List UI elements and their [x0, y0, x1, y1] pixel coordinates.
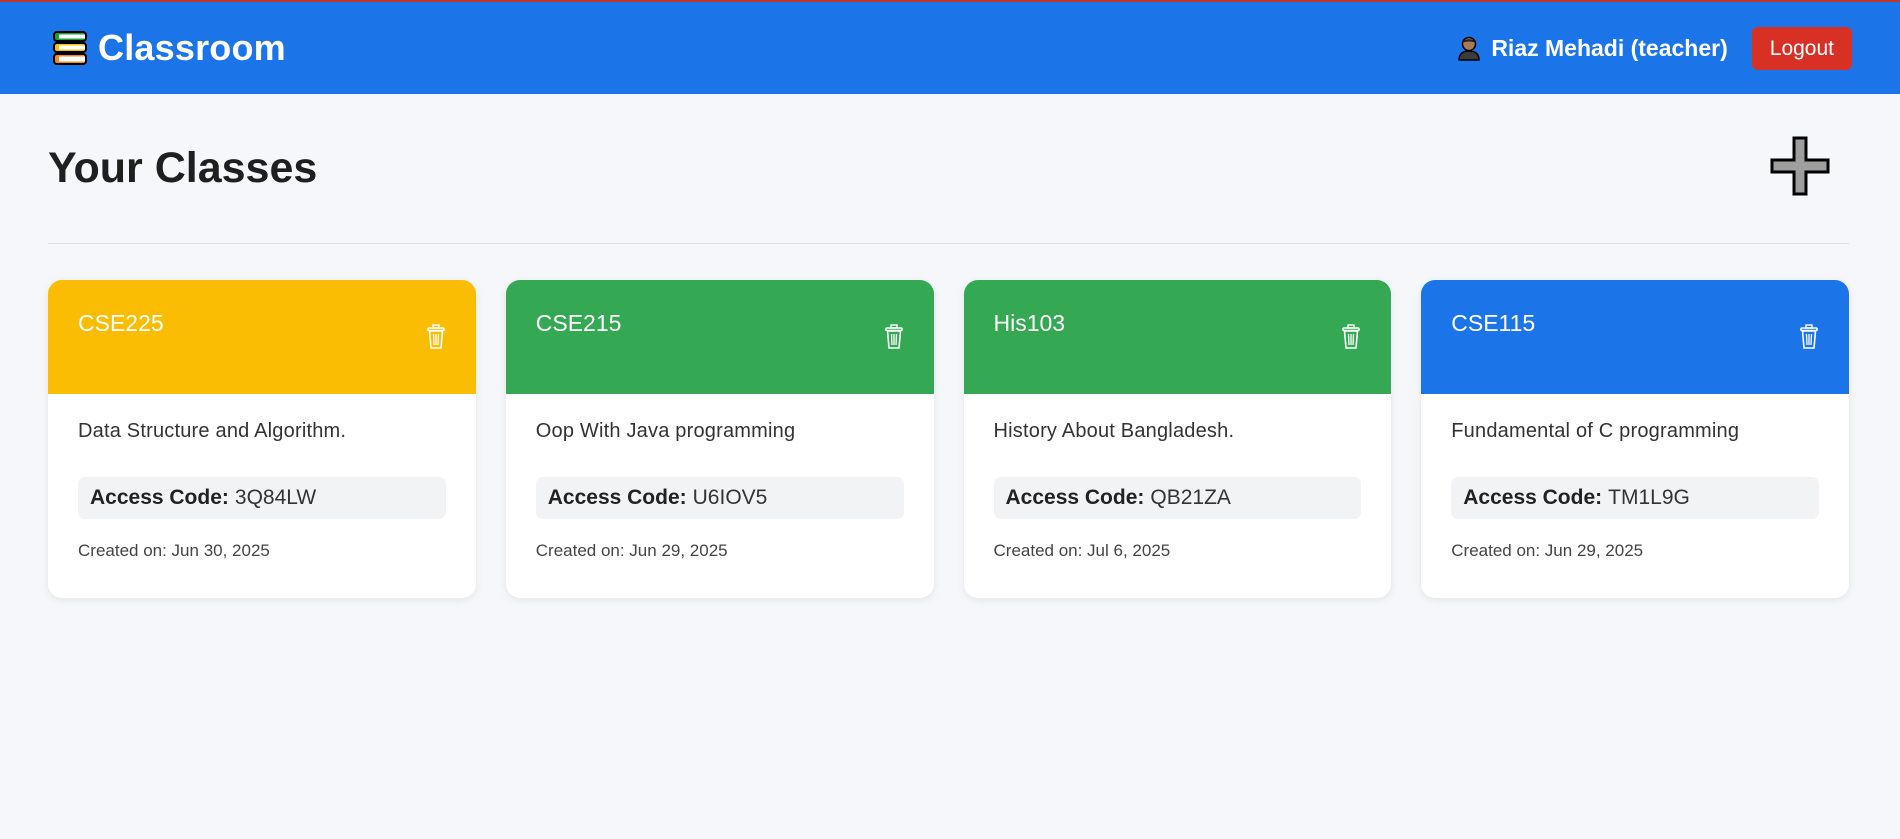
user-name: Riaz Mehadi (teacher) — [1491, 34, 1728, 61]
access-code-label: Access Code: — [90, 486, 229, 509]
class-description: Fundamental of C programming — [1451, 420, 1740, 442]
class-card[interactable]: CSE225 Data Structure and Algorithm. Acc… — [48, 280, 476, 598]
user-icon — [1455, 34, 1483, 62]
created-date: Created on: Jun 29, 2025 — [535, 541, 728, 560]
add-class-button[interactable] — [1767, 136, 1833, 202]
class-description: Oop With Java programming — [535, 420, 796, 442]
card-body: Data Structure and Algorithm. Access Cod… — [48, 394, 476, 587]
plus-icon — [1769, 135, 1831, 202]
access-code-label: Access Code: — [1463, 486, 1603, 509]
card-header: His103 — [963, 280, 1392, 394]
access-code-box: Access Code: TM1L9G — [1451, 477, 1819, 519]
class-code: CSE215 — [535, 310, 622, 336]
trash-icon[interactable] — [1341, 324, 1361, 350]
class-code: CSE225 — [78, 310, 164, 336]
trash-icon[interactable] — [884, 324, 904, 350]
class-card[interactable]: CSE115 Fundamental of C programming Acce… — [1421, 280, 1849, 598]
class-cards: CSE225 Data Structure and Algorithm. Acc… — [48, 280, 1849, 598]
access-code-label: Access Code: — [547, 486, 687, 509]
access-code-value: QB21ZA — [1150, 486, 1231, 509]
classes-header: Your Classes — [48, 94, 1849, 244]
access-code-box: Access Code: 3Q84LW — [78, 477, 446, 519]
class-code: CSE115 — [1451, 310, 1536, 336]
main-content: Your Classes CSE225 Data Structure and A… — [48, 94, 1849, 598]
card-header: CSE215 — [505, 280, 934, 394]
card-body: Fundamental of C programming Access Code… — [1421, 394, 1849, 587]
card-body: History About Bangladesh. Access Code: Q… — [964, 394, 1392, 587]
books-icon — [50, 28, 90, 68]
trash-icon[interactable] — [1799, 324, 1819, 350]
access-code-box: Access Code: QB21ZA — [993, 477, 1362, 519]
access-code-value: 3Q84LW — [234, 486, 317, 509]
class-description: History About Bangladesh. — [993, 420, 1235, 442]
user-area: Riaz Mehadi (teacher) Logout — [1455, 26, 1852, 70]
access-code-box: Access Code: U6IOV5 — [535, 477, 904, 519]
access-code-value: U6IOV5 — [692, 486, 768, 509]
brand[interactable]: Classroom — [50, 27, 286, 69]
trash-icon[interactable] — [426, 324, 446, 350]
class-card[interactable]: His103 History About Bangladesh. Access … — [963, 280, 1392, 598]
created-date: Created on: Jul 6, 2025 — [993, 541, 1171, 560]
access-code-label: Access Code: — [1005, 486, 1145, 509]
created-date: Created on: Jun 29, 2025 — [1451, 541, 1644, 560]
logout-button[interactable]: Logout — [1751, 26, 1852, 70]
access-code-value: TM1L9G — [1608, 486, 1690, 509]
class-card[interactable]: CSE215 Oop With Java programming Access … — [505, 280, 934, 598]
class-description: Data Structure and Algorithm. — [78, 420, 347, 442]
card-body: Oop With Java programming Access Code: U… — [506, 394, 934, 587]
card-header: CSE225 — [48, 280, 476, 394]
page-title: Your Classes — [48, 144, 318, 192]
created-date: Created on: Jun 30, 2025 — [78, 541, 270, 560]
top-navbar: Classroom Riaz Mehadi (teacher) Logout — [0, 0, 1900, 94]
class-code: His103 — [993, 310, 1066, 336]
user-info: Riaz Mehadi (teacher) — [1455, 34, 1728, 62]
card-header: CSE115 — [1421, 280, 1849, 394]
app-title: Classroom — [98, 27, 286, 68]
